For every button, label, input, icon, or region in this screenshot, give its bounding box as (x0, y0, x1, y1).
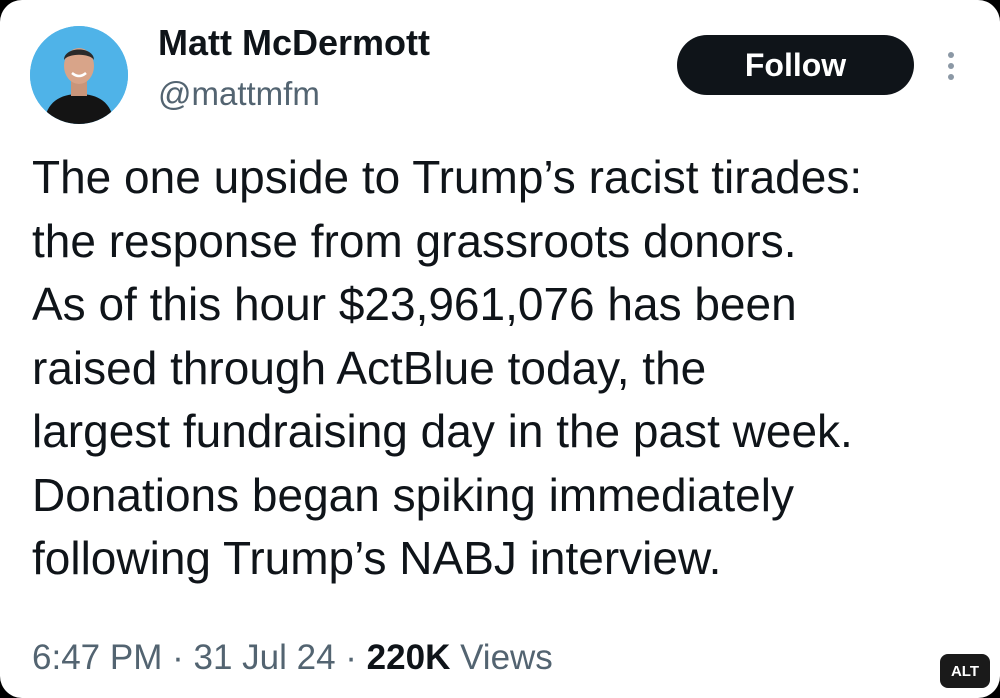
more-vertical-icon[interactable] (942, 48, 960, 84)
tweet-meta: 6:47 PM · 31 Jul 24 · 220K Views (32, 638, 553, 678)
meta-separator: · (345, 638, 357, 677)
meta-separator: · (172, 638, 184, 677)
tweet-text-line: As of this hour $23,961,076 has been (32, 278, 797, 330)
views-count: 220K (366, 638, 451, 677)
tweet-text: The one upside to Trump’s racist tirades… (32, 146, 987, 591)
tweet-time[interactable]: 6:47 PM (32, 638, 162, 677)
tweet-text-line: Donations began spiking immediately (32, 468, 794, 521)
author-handle[interactable]: @mattmfm (158, 75, 320, 113)
tweet-text-line: The one upside to Trump’s racist tirades… (32, 151, 863, 203)
follow-button[interactable]: Follow (677, 35, 914, 95)
avatar-image (30, 26, 128, 124)
alt-badge[interactable]: ALT (940, 654, 990, 688)
tweet-text-line: following Trump’s NABJ interview. (32, 532, 722, 584)
tweet-text-line: the response from grassroots donors. (32, 214, 797, 267)
tweet-text-line: raised through ActBlue today, the (32, 341, 707, 394)
author-display-name[interactable]: Matt McDermott (158, 22, 430, 64)
avatar[interactable] (30, 26, 128, 124)
views-label: Views (460, 638, 553, 677)
tweet-card: Matt McDermott @mattmfm Follow The one u… (0, 0, 1000, 698)
tweet-text-line: largest fundraising day in the past week… (32, 405, 853, 457)
tweet-date[interactable]: 31 Jul 24 (193, 638, 335, 677)
